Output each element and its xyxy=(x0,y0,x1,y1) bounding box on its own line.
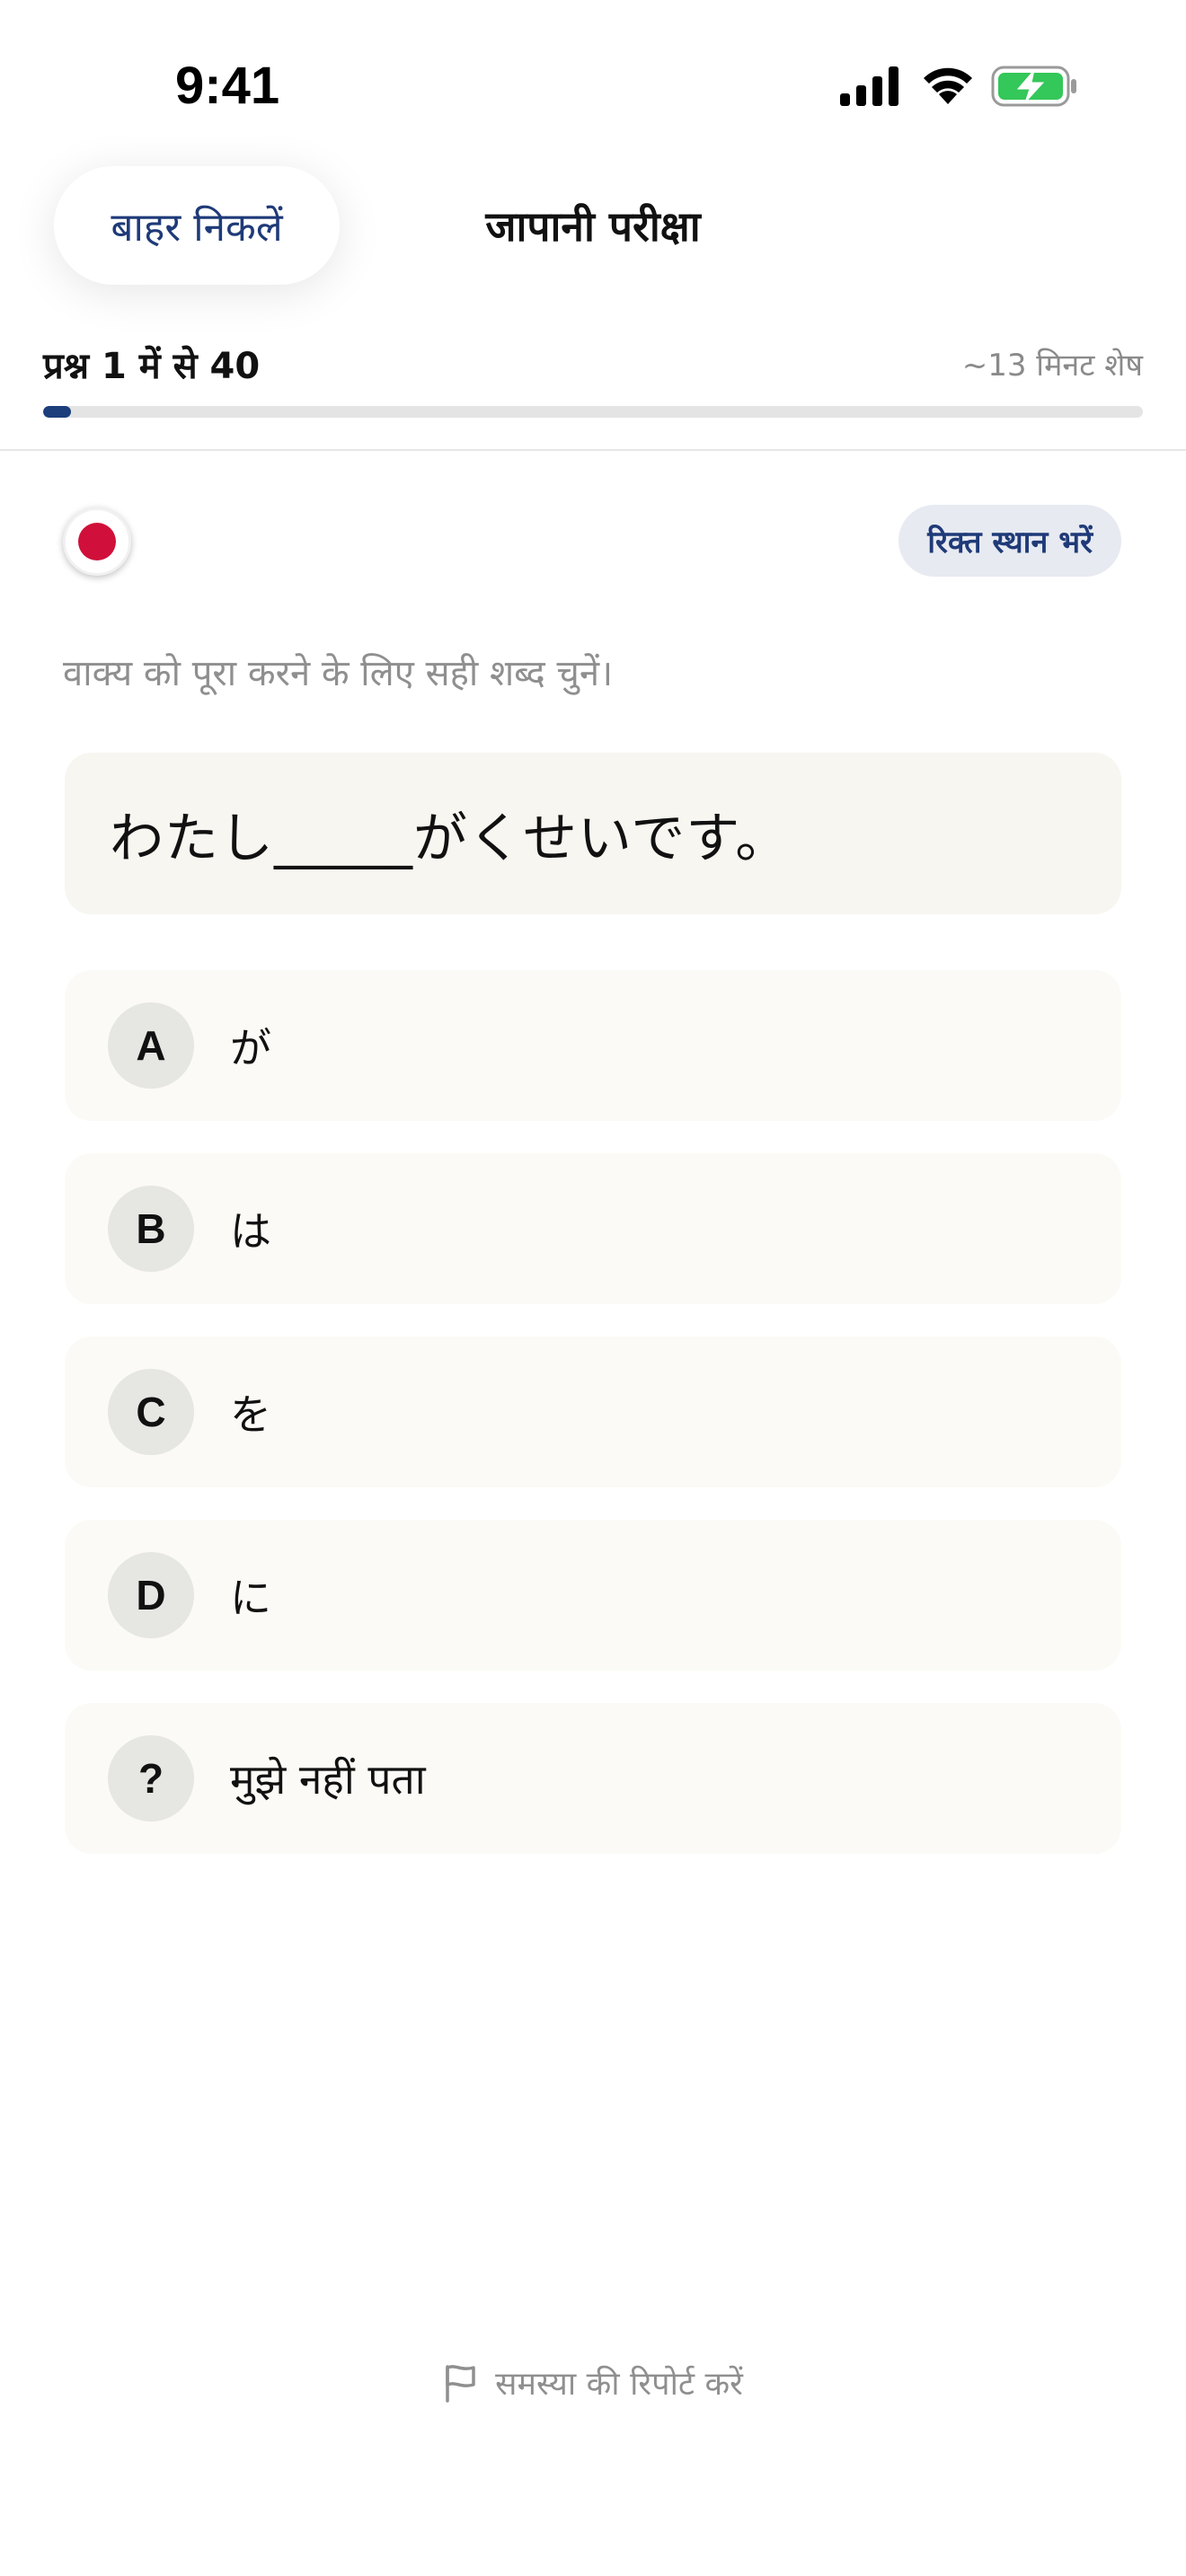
report-problem-label: समस्या की रिपोर्ट करें xyxy=(495,2366,743,2403)
wifi-icon xyxy=(924,67,972,104)
question-type-badge: रिक्त स्थान भरें xyxy=(898,505,1121,577)
japan-flag-icon xyxy=(63,507,131,576)
time-remaining: ~13 मिनट शेष xyxy=(961,348,1143,384)
question-mark-icon: ? xyxy=(108,1735,194,1822)
header-divider xyxy=(0,449,1186,451)
option-text: を xyxy=(230,1390,271,1439)
question-text: わたし_____がくせいです。 xyxy=(110,807,791,870)
option-letter: B xyxy=(108,1186,194,1272)
progress-bar-fill xyxy=(43,406,71,418)
answer-option-b[interactable]: B は xyxy=(65,1153,1121,1304)
battery-charging-icon xyxy=(991,66,1076,107)
status-time: 9:41 xyxy=(175,57,280,115)
question-progress-label: प्रश्न 1 में से 40 xyxy=(43,346,261,387)
exit-button[interactable]: बाहर निकलें xyxy=(54,166,340,285)
answer-option-d[interactable]: D に xyxy=(65,1520,1121,1671)
signal-icon xyxy=(840,66,898,106)
question-card: わたし_____がくせいです。 xyxy=(65,753,1121,914)
answer-option-c[interactable]: C を xyxy=(65,1337,1121,1487)
progress-bar xyxy=(43,406,1143,418)
report-problem-link[interactable]: समस्या की रिपोर्ट करें xyxy=(0,2360,1186,2404)
status-bar: 9:41 xyxy=(0,0,1186,171)
flag-outline-icon xyxy=(446,2364,475,2403)
option-letter: C xyxy=(108,1369,194,1455)
answer-option-dont-know[interactable]: ? मुझे नहीं पता xyxy=(65,1703,1121,1854)
option-text: が xyxy=(230,1024,271,1072)
option-text: に xyxy=(230,1574,271,1622)
option-text: मुझे नहीं पता xyxy=(230,1755,426,1804)
option-letter: A xyxy=(108,1002,194,1089)
option-text: は xyxy=(230,1207,271,1256)
page-title: जापानी परीक्षा xyxy=(485,202,701,251)
question-instruction: वाक्य को पूरा करने के लिए सही शब्द चुनें… xyxy=(63,653,614,694)
option-letter: D xyxy=(108,1552,194,1638)
answer-option-a[interactable]: A が xyxy=(65,970,1121,1121)
